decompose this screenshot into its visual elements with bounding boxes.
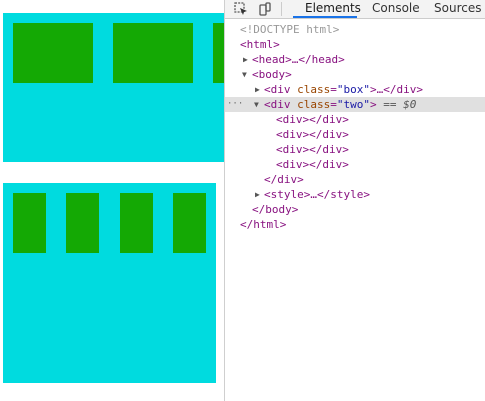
- devtools-toolbar: Elements Console Sources: [225, 0, 485, 19]
- expand-arrow-icon[interactable]: ▶: [243, 52, 248, 67]
- tree-line-child-div[interactable]: <div></div>: [225, 142, 485, 157]
- box-div: [3, 13, 224, 162]
- tree-line-style[interactable]: ▶ <style>…</style>: [225, 187, 485, 202]
- tree-line-body-close[interactable]: </body>: [225, 202, 485, 217]
- green-block: [13, 193, 46, 253]
- more-options-icon[interactable]: ···: [227, 97, 243, 112]
- tab-sources[interactable]: Sources: [434, 0, 481, 18]
- inspect-element-icon[interactable]: [231, 0, 251, 18]
- expand-arrow-icon[interactable]: ▶: [255, 82, 260, 97]
- tree-line-child-div[interactable]: <div></div>: [225, 112, 485, 127]
- toolbar-separator: [281, 2, 282, 16]
- collapse-arrow-icon[interactable]: ▼: [242, 67, 247, 82]
- green-block: [113, 23, 193, 83]
- collapse-arrow-icon[interactable]: ▼: [254, 97, 259, 112]
- tree-line-div-close[interactable]: </div>: [225, 172, 485, 187]
- tree-line-head[interactable]: ▶ <head>…</head>: [225, 52, 485, 67]
- active-tab-indicator: [293, 16, 357, 18]
- tree-line-div-two-selected[interactable]: ··· ▼ <div class="two"> == $0: [225, 97, 485, 112]
- expand-arrow-icon[interactable]: ▶: [255, 187, 260, 202]
- tree-line-child-div[interactable]: <div></div>: [225, 157, 485, 172]
- green-block: [173, 193, 206, 253]
- two-div: [3, 183, 216, 383]
- green-block: [13, 23, 93, 83]
- tree-line-doctype[interactable]: <!DOCTYPE html>: [225, 22, 485, 37]
- tree-line-child-div[interactable]: <div></div>: [225, 127, 485, 142]
- tree-line-body[interactable]: ▼ <body>: [225, 67, 485, 82]
- tree-line-html[interactable]: <html>: [225, 37, 485, 52]
- device-toolbar-icon[interactable]: [255, 0, 275, 18]
- tree-line-html-close[interactable]: </html>: [225, 217, 485, 232]
- devtools-panel: Elements Console Sources <!DOCTYPE html>…: [224, 0, 485, 401]
- green-block: [213, 23, 224, 83]
- tab-console[interactable]: Console: [372, 0, 420, 18]
- tree-line-div-box[interactable]: ▶ <div class="box">…</div>: [225, 82, 485, 97]
- page-viewport: [0, 0, 224, 401]
- green-block: [120, 193, 153, 253]
- green-block: [66, 193, 99, 253]
